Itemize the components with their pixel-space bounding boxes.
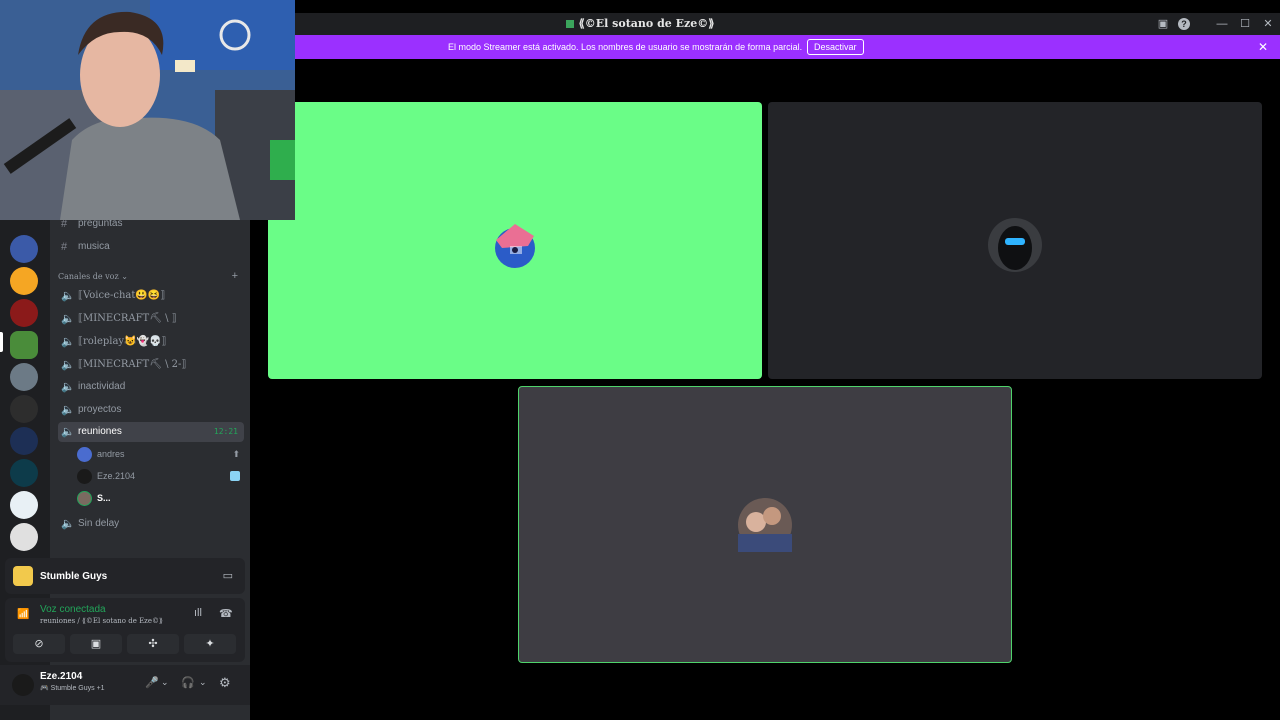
speaker-icon: 🔈: [61, 312, 75, 325]
server-cube-icon: [565, 20, 574, 28]
voice-location[interactable]: reuniones / ⟪©El sotano de Eze©⟫: [40, 617, 163, 625]
video-tile-andres[interactable]: [268, 102, 762, 379]
activity-panel: Stumble Guys ▭: [5, 558, 245, 594]
server-icon[interactable]: [10, 523, 38, 551]
banner-message: El modo Streamer está activado. Los nomb…: [448, 42, 803, 52]
voice-category-header[interactable]: Canales de voz ⌄: [58, 272, 128, 281]
server-icon[interactable]: [10, 299, 38, 327]
username: Eze.2104: [40, 671, 83, 682]
activities-button[interactable]: ✣: [127, 634, 179, 654]
speaker-icon: 🔈: [61, 358, 75, 371]
call-timer: 12:21: [213, 427, 238, 436]
help-icon[interactable]: ?: [1178, 18, 1190, 30]
avatar: [738, 498, 792, 552]
camera-off-icon: ⊘: [34, 638, 44, 650]
speaker-icon: 🔈: [61, 518, 75, 530]
voice-channel[interactable]: 🔈 proyectos: [58, 400, 244, 420]
noise-suppression-icon[interactable]: ıll: [194, 607, 202, 619]
close-banner-icon[interactable]: ✕: [1258, 40, 1268, 54]
text-channel[interactable]: # musica: [58, 237, 244, 257]
soundboard-icon: ✦: [205, 638, 215, 650]
maximize-icon[interactable]: ☐: [1237, 16, 1253, 32]
add-channel-icon[interactable]: +: [232, 270, 238, 282]
selected-server-pill: [0, 332, 3, 352]
settings-gear-icon[interactable]: ⚙: [219, 675, 231, 691]
voice-channel[interactable]: 🔈 inactividad: [58, 377, 244, 397]
webcam-overlay: [0, 0, 295, 220]
disconnect-icon[interactable]: ☎: [219, 607, 233, 620]
speaker-icon: 🔈: [61, 404, 75, 416]
server-icon[interactable]: [10, 491, 38, 519]
soundboard-button[interactable]: ✦: [184, 634, 236, 654]
deactivate-button[interactable]: Desactivar: [807, 39, 864, 55]
voice-channel[interactable]: 🔈 ⟦roleplay😺👻💀⟧: [58, 332, 244, 352]
avatar[interactable]: [12, 674, 34, 696]
voice-channel[interactable]: 🔈 ⟦MINECRAFT⛏ \ ⟧: [58, 309, 244, 329]
voice-channel[interactable]: 🔈 Sin delay: [58, 514, 244, 534]
activity-game: Stumble Guys: [40, 571, 108, 582]
video-tile-eze[interactable]: [768, 102, 1262, 379]
console-icon: ⬆: [232, 449, 240, 459]
server-icon[interactable]: [10, 235, 38, 263]
server-icon[interactable]: [10, 363, 38, 391]
avatar: [77, 491, 92, 506]
voice-status: Voz conectada: [40, 604, 106, 615]
webcam-feed: [0, 0, 295, 220]
voice-member[interactable]: S...: [75, 488, 240, 508]
avatar: [495, 224, 535, 268]
voice-channel[interactable]: 🔈 ⟦Voice-chat😃😆⟧: [58, 286, 244, 306]
headphones-icon[interactable]: 🎧: [181, 676, 195, 689]
voice-member[interactable]: andres ⬆: [75, 444, 240, 464]
server-icon[interactable]: [10, 331, 38, 359]
screen-share-button[interactable]: ▣: [70, 634, 122, 654]
user-status: 🎮 Stumble Guys +1: [40, 685, 105, 692]
share-screen-icon[interactable]: ▭: [223, 569, 233, 582]
voice-member[interactable]: Eze.2104: [75, 466, 240, 486]
game-icon: [13, 566, 33, 586]
speaker-icon: 🔈: [61, 289, 75, 302]
signal-icon: 📶: [17, 609, 30, 620]
voice-channel[interactable]: 🔈 ⟦MINECRAFT⛏ \ 2-⟧: [58, 355, 244, 375]
close-window-icon[interactable]: ✕: [1260, 16, 1276, 32]
screen-share-icon: ▣: [90, 638, 102, 650]
inbox-icon[interactable]: ▣: [1155, 16, 1171, 32]
chevron-down-icon[interactable]: ⌄: [161, 677, 169, 688]
video-tile-s[interactable]: [518, 386, 1012, 663]
activities-icon: ✣: [148, 638, 158, 650]
hashtag-icon: #: [61, 241, 68, 253]
user-panel: Eze.2104 🎮 Stumble Guys +1 🎤 ⌄ 🎧 ⌄ ⚙: [0, 665, 250, 705]
microphone-icon[interactable]: 🎤: [145, 676, 159, 689]
avatar: [77, 469, 92, 484]
voice-channel-active[interactable]: 🔈 reuniones 12:21: [58, 422, 244, 442]
server-icon[interactable]: [10, 427, 38, 455]
game-activity-icon: [230, 471, 240, 481]
speaker-icon: 🔈: [61, 335, 75, 348]
server-icon[interactable]: [10, 395, 38, 423]
camera-button[interactable]: ⊘: [13, 634, 65, 654]
streamer-mode-banner: El modo Streamer está activado. Los nomb…: [295, 35, 1280, 59]
minimize-icon[interactable]: —: [1214, 16, 1230, 32]
speaker-icon: 🔈: [61, 381, 75, 393]
speaker-connected-icon: 🔈: [61, 426, 75, 438]
server-icon[interactable]: [10, 267, 38, 295]
avatar: [988, 218, 1042, 272]
chevron-down-icon[interactable]: ⌄: [199, 677, 207, 688]
server-icon[interactable]: [10, 459, 38, 487]
avatar: [77, 447, 92, 462]
